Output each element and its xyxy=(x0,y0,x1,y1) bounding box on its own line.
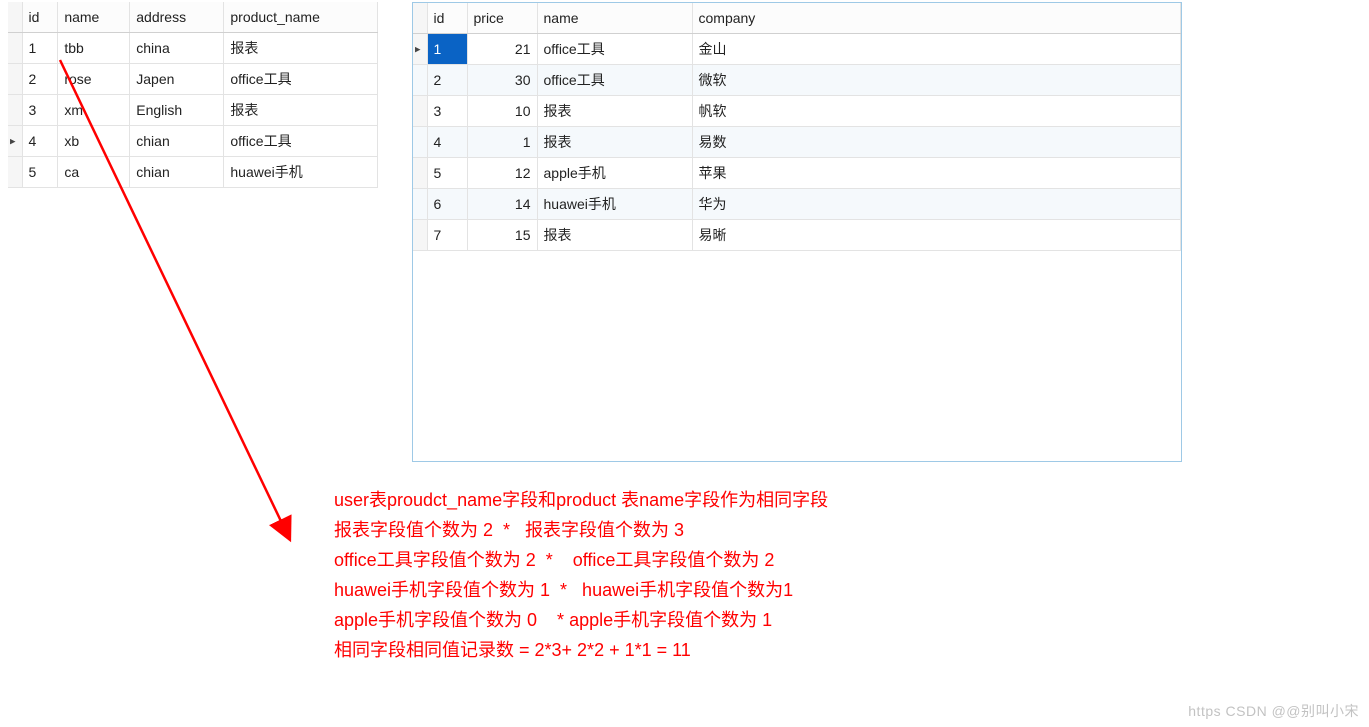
cell-name[interactable]: xb xyxy=(58,125,130,156)
row-gutter[interactable] xyxy=(413,188,427,219)
product-table[interactable]: id price name company 121office工具金山230of… xyxy=(413,3,1181,251)
annotation-line: huawei手机字段值个数为 1 * huawei手机字段值个数为1 xyxy=(334,575,828,605)
cell-name[interactable]: office工具 xyxy=(537,64,692,95)
cell-price[interactable]: 21 xyxy=(467,33,537,64)
cell-address[interactable]: Japen xyxy=(130,63,224,94)
col-header-id[interactable]: id xyxy=(22,2,58,32)
cell-name[interactable]: tbb xyxy=(58,32,130,63)
cell-price[interactable]: 14 xyxy=(467,188,537,219)
row-gutter[interactable] xyxy=(413,64,427,95)
cell-name[interactable]: ca xyxy=(58,156,130,187)
col-header-name[interactable]: name xyxy=(537,3,692,33)
cell-company[interactable]: 苹果 xyxy=(692,157,1181,188)
annotation-text: user表proudct_name字段和product 表name字段作为相同字… xyxy=(334,485,828,665)
annotation-line: 报表字段值个数为 2 * 报表字段值个数为 3 xyxy=(334,515,828,545)
annotation-line: user表proudct_name字段和product 表name字段作为相同字… xyxy=(334,485,828,515)
table-row[interactable]: 5cachianhuawei手机 xyxy=(8,156,378,187)
row-gutter[interactable] xyxy=(8,94,22,125)
cell-name[interactable]: xm xyxy=(58,94,130,125)
table-row[interactable]: 1tbbchina报表 xyxy=(8,32,378,63)
cell-price[interactable]: 30 xyxy=(467,64,537,95)
col-header-id[interactable]: id xyxy=(427,3,467,33)
cell-id[interactable]: 2 xyxy=(22,63,58,94)
col-header-price[interactable]: price xyxy=(467,3,537,33)
cell-id[interactable]: 4 xyxy=(427,126,467,157)
table-header-row: id name address product_name xyxy=(8,2,378,32)
cell-product_name[interactable]: 报表 xyxy=(224,32,378,63)
table-row[interactable]: 121office工具金山 xyxy=(413,33,1181,64)
table-row[interactable]: 230office工具微软 xyxy=(413,64,1181,95)
cell-company[interactable]: 帆软 xyxy=(692,95,1181,126)
table-header-row: id price name company xyxy=(413,3,1181,33)
cell-price[interactable]: 1 xyxy=(467,126,537,157)
cell-id[interactable]: 3 xyxy=(22,94,58,125)
table-row[interactable]: 2roseJapenoffice工具 xyxy=(8,63,378,94)
cell-company[interactable]: 金山 xyxy=(692,33,1181,64)
table-row[interactable]: 3xmEnglish报表 xyxy=(8,94,378,125)
table-row[interactable]: 715报表易晰 xyxy=(413,219,1181,250)
cell-price[interactable]: 12 xyxy=(467,157,537,188)
cell-price[interactable]: 10 xyxy=(467,95,537,126)
cell-product_name[interactable]: office工具 xyxy=(224,63,378,94)
cell-id[interactable]: 1 xyxy=(22,32,58,63)
cell-name[interactable]: 报表 xyxy=(537,126,692,157)
cell-address[interactable]: chian xyxy=(130,125,224,156)
annotation-line: 相同字段相同值记录数 = 2*3+ 2*2 + 1*1 = 11 xyxy=(334,635,828,665)
col-header-company[interactable]: company xyxy=(692,3,1181,33)
table-row[interactable]: 4xbchianoffice工具 xyxy=(8,125,378,156)
cell-company[interactable]: 易数 xyxy=(692,126,1181,157)
row-gutter[interactable] xyxy=(413,219,427,250)
cell-id[interactable]: 1 xyxy=(427,33,467,64)
col-header-product-name[interactable]: product_name xyxy=(224,2,378,32)
cell-id[interactable]: 2 xyxy=(427,64,467,95)
row-gutter[interactable] xyxy=(8,32,22,63)
product-table-panel: id price name company 121office工具金山230of… xyxy=(412,2,1182,462)
table-row[interactable]: 310报表帆软 xyxy=(413,95,1181,126)
cell-name[interactable]: rose xyxy=(58,63,130,94)
cell-id[interactable]: 6 xyxy=(427,188,467,219)
cell-product_name[interactable]: 报表 xyxy=(224,94,378,125)
table-row[interactable]: 512apple手机苹果 xyxy=(413,157,1181,188)
cell-name[interactable]: office工具 xyxy=(537,33,692,64)
user-table[interactable]: id name address product_name 1tbbchina报表… xyxy=(8,2,378,188)
cell-id[interactable]: 7 xyxy=(427,219,467,250)
cell-product_name[interactable]: huawei手机 xyxy=(224,156,378,187)
cell-company[interactable]: 易晰 xyxy=(692,219,1181,250)
cell-company[interactable]: 微软 xyxy=(692,64,1181,95)
row-gutter[interactable] xyxy=(413,95,427,126)
cell-name[interactable]: 报表 xyxy=(537,95,692,126)
cell-id[interactable]: 5 xyxy=(427,157,467,188)
cell-product_name[interactable]: office工具 xyxy=(224,125,378,156)
col-header-name[interactable]: name xyxy=(58,2,130,32)
row-gutter-header xyxy=(413,3,427,33)
annotation-line: apple手机字段值个数为 0 * apple手机字段值个数为 1 xyxy=(334,605,828,635)
cell-address[interactable]: china xyxy=(130,32,224,63)
cell-name[interactable]: 报表 xyxy=(537,219,692,250)
row-gutter[interactable] xyxy=(413,157,427,188)
cell-id[interactable]: 4 xyxy=(22,125,58,156)
user-table-panel: id name address product_name 1tbbchina报表… xyxy=(8,2,378,188)
cell-name[interactable]: huawei手机 xyxy=(537,188,692,219)
table-row[interactable]: 41报表易数 xyxy=(413,126,1181,157)
row-gutter[interactable] xyxy=(413,126,427,157)
col-header-address[interactable]: address xyxy=(130,2,224,32)
row-gutter[interactable] xyxy=(413,33,427,64)
watermark: https CSDN @@别叫小宋 xyxy=(1188,701,1359,721)
cell-address[interactable]: chian xyxy=(130,156,224,187)
row-gutter[interactable] xyxy=(8,125,22,156)
cell-id[interactable]: 3 xyxy=(427,95,467,126)
table-row[interactable]: 614huawei手机华为 xyxy=(413,188,1181,219)
cell-company[interactable]: 华为 xyxy=(692,188,1181,219)
cell-address[interactable]: English xyxy=(130,94,224,125)
cell-id[interactable]: 5 xyxy=(22,156,58,187)
row-gutter[interactable] xyxy=(8,63,22,94)
cell-price[interactable]: 15 xyxy=(467,219,537,250)
row-gutter[interactable] xyxy=(8,156,22,187)
annotation-line: office工具字段值个数为 2 * office工具字段值个数为 2 xyxy=(334,545,828,575)
row-gutter-header xyxy=(8,2,22,32)
cell-name[interactable]: apple手机 xyxy=(537,157,692,188)
